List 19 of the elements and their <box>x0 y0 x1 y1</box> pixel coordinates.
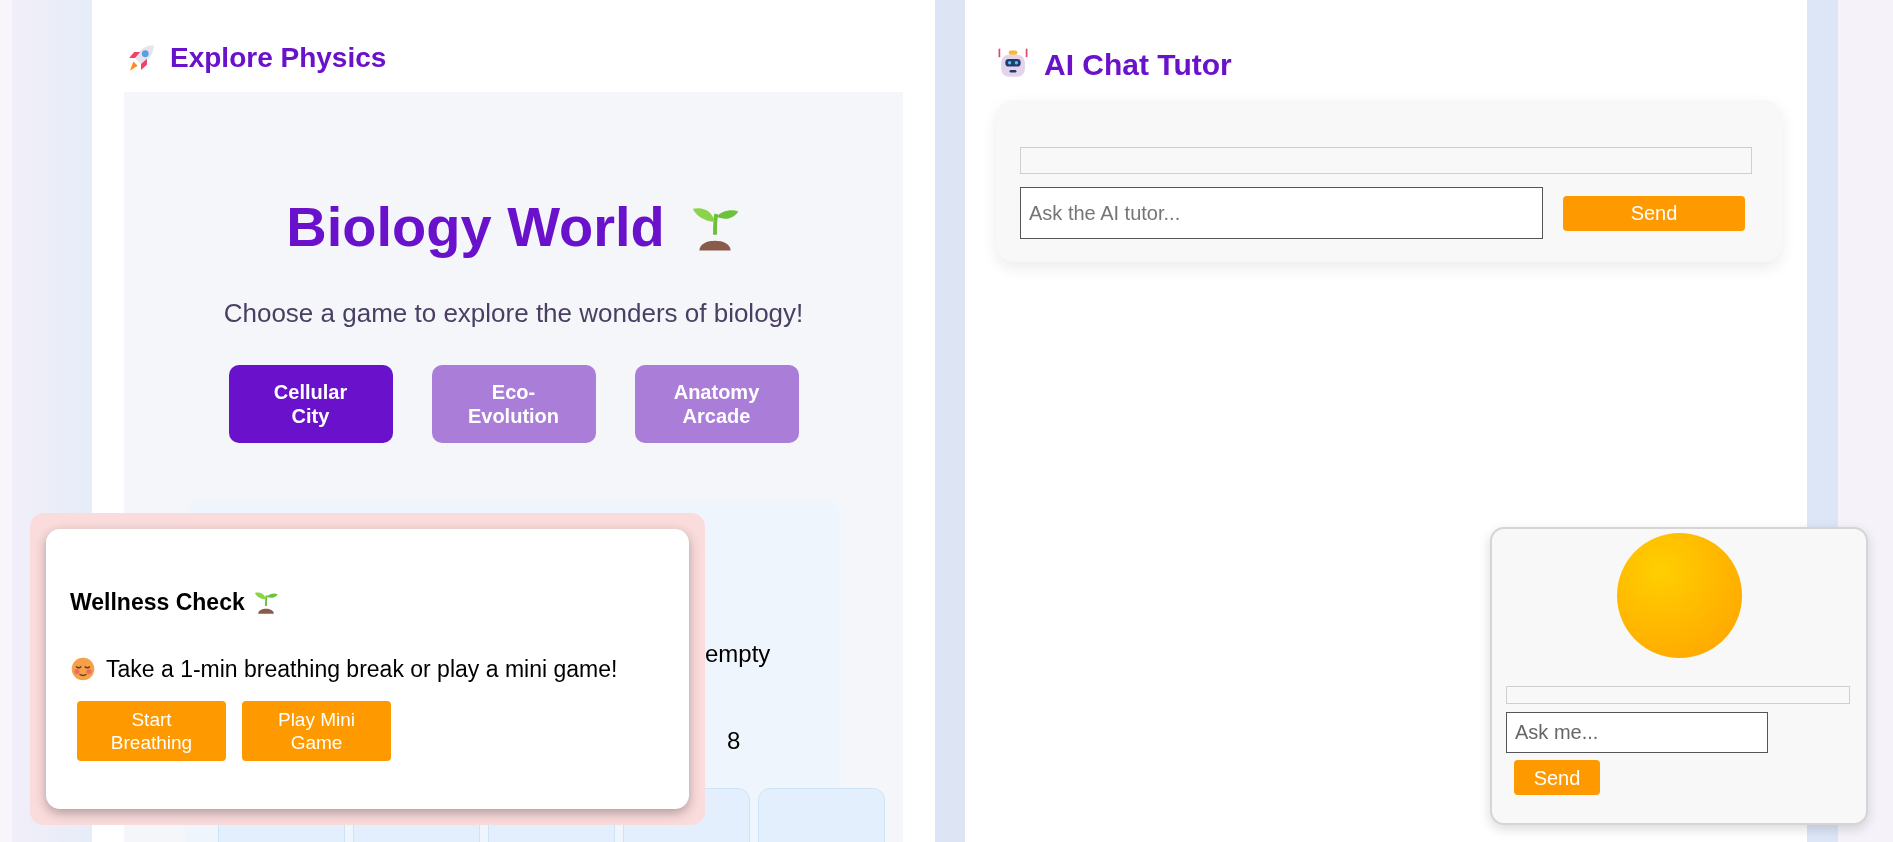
send-button[interactable]: Send <box>1514 760 1600 795</box>
relieved-face-icon <box>70 656 96 682</box>
send-button[interactable]: Send <box>1563 195 1745 231</box>
game-tile[interactable] <box>758 788 885 842</box>
game-text: 8 <box>727 726 742 756</box>
chat-input[interactable]: Ask the AI tutor... <box>1020 187 1543 239</box>
game-tab[interactable]: Eco-Evolution <box>431 365 596 443</box>
wellness-message: Take a 1-min breathing break or play a mini game! <box>106 654 618 684</box>
panel-title: Explore Physics <box>170 41 387 75</box>
game-subtitle: Choose a game to explore the wonders of biology! <box>223 297 804 329</box>
game-text: empty <box>705 639 772 669</box>
wellness-button[interactable]: Start Breathing <box>77 701 226 761</box>
game-tab[interactable]: Anatomy Arcade <box>634 365 799 443</box>
game-title: Biology World <box>286 195 665 259</box>
wellness-title: Wellness Check <box>70 587 245 617</box>
game-tab[interactable]: Cellular City <box>228 365 393 443</box>
panel-title: AI Chat Tutor <box>1044 46 1232 83</box>
chat-input[interactable]: Ask me... <box>1506 712 1768 753</box>
wellness-button[interactable]: Play Mini Game <box>242 701 391 761</box>
